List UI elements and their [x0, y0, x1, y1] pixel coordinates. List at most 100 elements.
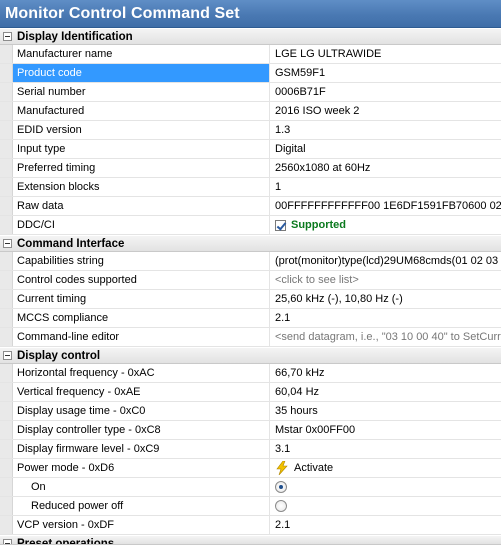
- row-vertical-frequency[interactable]: Vertical frequency - 0xAE 60,04 Hz: [0, 383, 501, 402]
- property-value: 0006B71F: [270, 83, 501, 101]
- row-power-on[interactable]: On: [0, 478, 501, 497]
- collapse-icon[interactable]: [3, 32, 12, 41]
- property-value: [270, 497, 501, 515]
- row-gutter: [0, 216, 13, 234]
- category-label: Display control: [17, 349, 101, 362]
- property-value: LGE LG ULTRAWIDE: [270, 45, 501, 63]
- row-serial-number[interactable]: Serial number 0006B71F: [0, 83, 501, 102]
- property-value: 1.3: [270, 121, 501, 139]
- row-gutter: [0, 271, 13, 289]
- property-name: EDID version: [13, 121, 270, 139]
- row-horizontal-frequency[interactable]: Horizontal frequency - 0xAC 66,70 kHz: [0, 364, 501, 383]
- property-value: Digital: [270, 140, 501, 158]
- property-name: Preferred timing: [13, 159, 270, 177]
- property-value[interactable]: <click to see list>: [270, 271, 501, 289]
- category-display-identification[interactable]: Display Identification: [0, 28, 501, 45]
- category-command-interface[interactable]: Command Interface: [0, 235, 501, 252]
- checkbox-checked-icon[interactable]: [275, 219, 286, 231]
- property-name: VCP version - 0xDF: [13, 516, 270, 534]
- row-preferred-timing[interactable]: Preferred timing 2560x1080 at 60Hz: [0, 159, 501, 178]
- row-capabilities-string[interactable]: Capabilities string (prot(monitor)type(l…: [0, 252, 501, 271]
- property-value: 25,60 kHz (-), 10,80 Hz (-): [270, 290, 501, 308]
- row-manufacturer-name[interactable]: Manufacturer name LGE LG ULTRAWIDE: [0, 45, 501, 64]
- row-gutter: [0, 440, 13, 458]
- row-gutter: [0, 516, 13, 534]
- row-gutter: [0, 140, 13, 158]
- row-gutter: [0, 383, 13, 401]
- property-value: 35 hours: [270, 402, 501, 420]
- property-name: On: [13, 478, 270, 496]
- row-display-usage-time[interactable]: Display usage time - 0xC0 35 hours: [0, 402, 501, 421]
- property-name: Display firmware level - 0xC9: [13, 440, 270, 458]
- radio-reduced-power-off[interactable]: [275, 500, 287, 512]
- property-value: 2560x1080 at 60Hz: [270, 159, 501, 177]
- property-name: Command-line editor: [13, 328, 270, 346]
- value-text: GSM59F1: [275, 67, 326, 79]
- property-name: Display controller type - 0xC8: [13, 421, 270, 439]
- row-display-firmware-level[interactable]: Display firmware level - 0xC9 3.1: [0, 440, 501, 459]
- activate-label[interactable]: Activate: [294, 459, 333, 477]
- row-vcp-version[interactable]: VCP version - 0xDF 2.1: [0, 516, 501, 535]
- row-gutter: [0, 328, 13, 346]
- row-gutter: [0, 121, 13, 139]
- property-name: Input type: [13, 140, 270, 158]
- category-display-control[interactable]: Display control: [0, 347, 501, 364]
- row-power-reduced[interactable]: Reduced power off: [0, 497, 501, 516]
- property-name: DDC/CI: [13, 216, 270, 234]
- property-value: 1: [270, 178, 501, 196]
- value-text: 00FFFFFFFFFFFF00 1E6DF1591FB70600 021A0: [275, 200, 501, 212]
- property-value: 00FFFFFFFFFFFF00 1E6DF1591FB70600 021A0: [270, 197, 501, 215]
- property-name: Horizontal frequency - 0xAC: [13, 364, 270, 382]
- row-gutter: [0, 459, 13, 477]
- property-name: Manufacturer name: [13, 45, 270, 63]
- value-text: 2.1: [275, 519, 291, 531]
- value-text: Digital: [275, 143, 306, 155]
- row-control-codes-supported[interactable]: Control codes supported <click to see li…: [0, 271, 501, 290]
- property-name: Reduced power off: [13, 497, 270, 515]
- radio-on[interactable]: [275, 481, 287, 493]
- property-name: Current timing: [13, 290, 270, 308]
- row-raw-data[interactable]: Raw data 00FFFFFFFFFFFF00 1E6DF1591FB706…: [0, 197, 501, 216]
- row-gutter: [0, 309, 13, 327]
- row-product-code[interactable]: Product code GSM59F1: [0, 64, 501, 83]
- row-mccs-compliance[interactable]: MCCS compliance 2.1: [0, 309, 501, 328]
- row-power-mode[interactable]: Power mode - 0xD6 Activate: [0, 459, 501, 478]
- row-manufactured[interactable]: Manufactured 2016 ISO week 2: [0, 102, 501, 121]
- property-value: 3.1: [270, 440, 501, 458]
- property-value: 60,04 Hz: [270, 383, 501, 401]
- row-ddc-ci[interactable]: DDC/CI Supported: [0, 216, 501, 235]
- value-text: Mstar 0x00FF00: [275, 424, 356, 436]
- value-text: 1.3: [275, 124, 291, 136]
- property-name: Extension blocks: [13, 178, 270, 196]
- property-name: Capabilities string: [13, 252, 270, 270]
- value-text: 25,60 kHz (-), 10,80 Hz (-): [275, 293, 403, 305]
- row-gutter: [0, 178, 13, 196]
- row-edid-version[interactable]: EDID version 1.3: [0, 121, 501, 140]
- category-preset-operations[interactable]: Preset operations: [0, 535, 501, 545]
- collapse-icon[interactable]: [3, 539, 12, 544]
- lightning-bolt-icon[interactable]: [275, 461, 289, 475]
- activate-button[interactable]: Activate: [270, 459, 501, 477]
- input-placeholder[interactable]: <send datagram, i.e., "03 10 00 40" to S…: [275, 328, 501, 346]
- category-label: Preset operations: [17, 538, 115, 545]
- row-gutter: [0, 45, 13, 63]
- collapse-icon[interactable]: [3, 351, 12, 360]
- property-name: Power mode - 0xD6: [13, 459, 270, 477]
- command-line-input[interactable]: <send datagram, i.e., "03 10 00 40" to S…: [270, 328, 501, 346]
- row-gutter: [0, 159, 13, 177]
- row-display-controller-type[interactable]: Display controller type - 0xC8 Mstar 0x0…: [0, 421, 501, 440]
- property-name: MCCS compliance: [13, 309, 270, 327]
- row-gutter: [0, 83, 13, 101]
- collapse-icon[interactable]: [3, 239, 12, 248]
- row-gutter: [0, 290, 13, 308]
- property-value: Supported: [270, 216, 501, 234]
- property-name: Control codes supported: [13, 271, 270, 289]
- see-list-link[interactable]: <click to see list>: [275, 271, 359, 289]
- property-value: GSM59F1: [270, 64, 501, 82]
- row-input-type[interactable]: Input type Digital: [0, 140, 501, 159]
- property-grid: Display Identification Manufacturer name…: [0, 28, 501, 545]
- value-text: 1: [275, 181, 282, 193]
- row-extension-blocks[interactable]: Extension blocks 1: [0, 178, 501, 197]
- row-command-line-editor[interactable]: Command-line editor <send datagram, i.e.…: [0, 328, 501, 347]
- row-current-timing[interactable]: Current timing 25,60 kHz (-), 10,80 Hz (…: [0, 290, 501, 309]
